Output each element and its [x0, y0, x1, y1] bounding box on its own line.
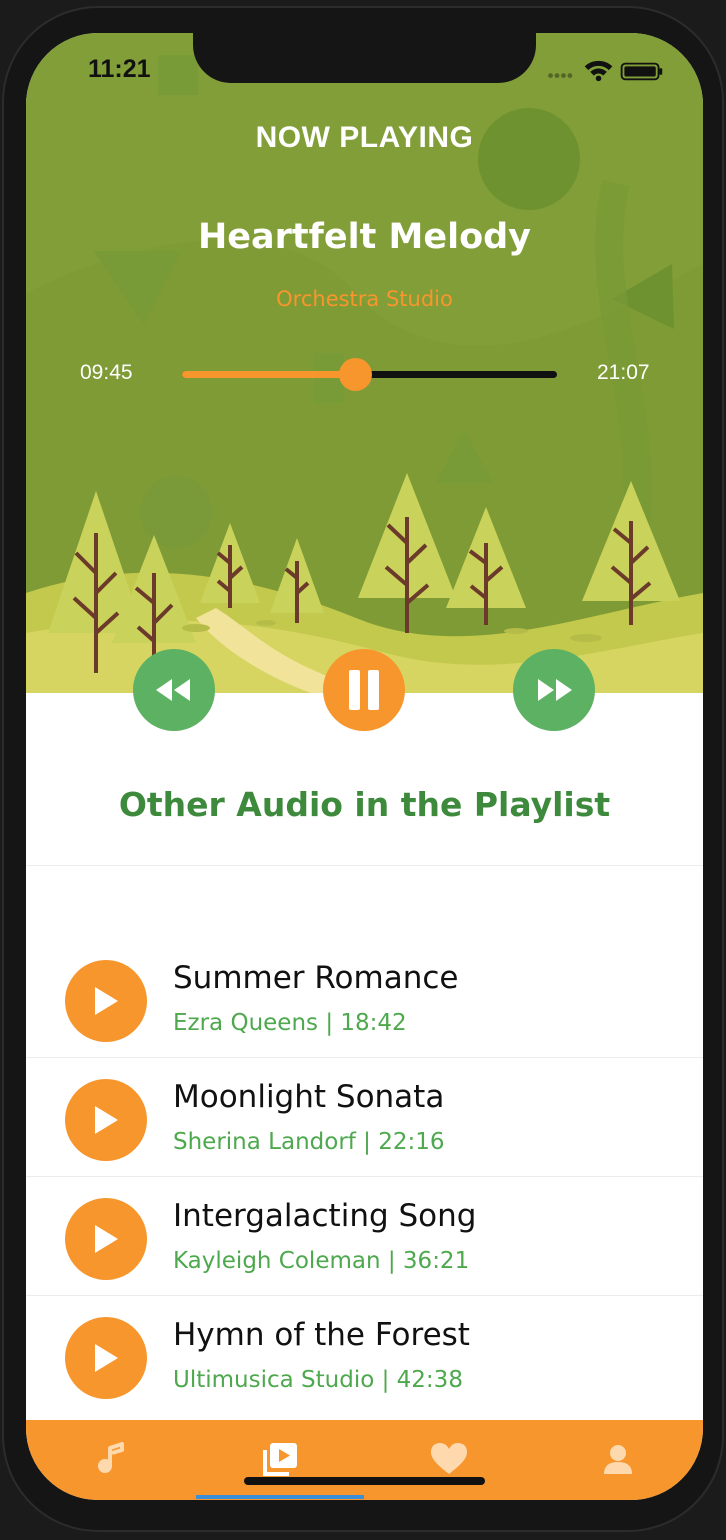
playlist-heading: Other Audio in the Playlist: [118, 785, 611, 824]
fast-forward-button[interactable]: [513, 649, 595, 731]
app-screen: NOW PLAYING Heartfelt Melody Orchestra S…: [26, 33, 703, 1500]
cellular-signal-icon: [548, 73, 573, 79]
progress-knob[interactable]: [338, 358, 372, 391]
play-button[interactable]: [65, 1079, 147, 1161]
progress-fill: [182, 371, 355, 378]
fast-forward-icon: [538, 679, 572, 701]
active-tab-indicator: [196, 1495, 364, 1499]
song-title: Hymn of the Forest: [173, 1317, 470, 1353]
tab-music[interactable]: [87, 1438, 135, 1480]
play-button[interactable]: [65, 960, 147, 1042]
playlist-item[interactable]: Moonlight Sonata Sherina Landorf | 22:16: [26, 1057, 703, 1176]
play-icon: [95, 1225, 118, 1253]
playlist-item[interactable]: Summer Romance Ezra Queens | 18:42: [26, 938, 703, 1057]
status-bar: 11:21: [26, 33, 703, 103]
battery-icon: [620, 62, 663, 81]
music-note-icon: [98, 1442, 124, 1473]
play-button[interactable]: [65, 1198, 147, 1280]
play-button[interactable]: [65, 1317, 147, 1399]
song-title: Intergalacting Song: [173, 1198, 477, 1234]
wifi-icon: [584, 60, 613, 82]
home-indicator: [244, 1477, 485, 1485]
now-playing-label: NOW PLAYING: [255, 121, 474, 154]
playlist-play-icon: [263, 1443, 297, 1476]
status-icons: [548, 60, 663, 82]
now-playing-hero: NOW PLAYING Heartfelt Melody Orchestra S…: [26, 33, 703, 693]
progress-slider[interactable]: [182, 358, 557, 391]
status-time: 11:21: [88, 55, 151, 83]
play-icon: [95, 1106, 118, 1134]
playlist-item[interactable]: Intergalacting Song Kayleigh Coleman | 3…: [26, 1176, 703, 1295]
song-meta: Sherina Landorf | 22:16: [173, 1129, 445, 1155]
pause-button[interactable]: [323, 649, 405, 731]
song-meta: Ultimusica Studio | 42:38: [173, 1367, 463, 1393]
tab-profile[interactable]: [594, 1438, 642, 1480]
song-meta: Kayleigh Coleman | 36:21: [173, 1248, 470, 1274]
phone-device: NOW PLAYING Heartfelt Melody Orchestra S…: [0, 0, 726, 1540]
pause-icon: [349, 670, 379, 710]
play-icon: [95, 1344, 118, 1372]
bottom-tab-bar: [26, 1420, 703, 1500]
play-icon: [95, 987, 118, 1015]
playlist-item[interactable]: Hymn of the Forest Ultimusica Studio | 4…: [26, 1295, 703, 1414]
rewind-icon: [156, 679, 190, 701]
heart-icon: [431, 1443, 467, 1474]
tab-favorites[interactable]: [425, 1438, 473, 1480]
track-artist: Orchestra Studio: [276, 287, 453, 311]
track-title: Heartfelt Melody: [198, 217, 531, 257]
total-time: 21:07: [597, 361, 650, 384]
person-icon: [604, 1445, 632, 1474]
rewind-button[interactable]: [133, 649, 215, 731]
elapsed-time: 09:45: [80, 361, 133, 384]
tab-playlist[interactable]: [256, 1438, 304, 1480]
divider: [26, 865, 703, 866]
song-title: Summer Romance: [173, 960, 459, 996]
song-title: Moonlight Sonata: [173, 1079, 445, 1115]
song-meta: Ezra Queens | 18:42: [173, 1010, 407, 1036]
